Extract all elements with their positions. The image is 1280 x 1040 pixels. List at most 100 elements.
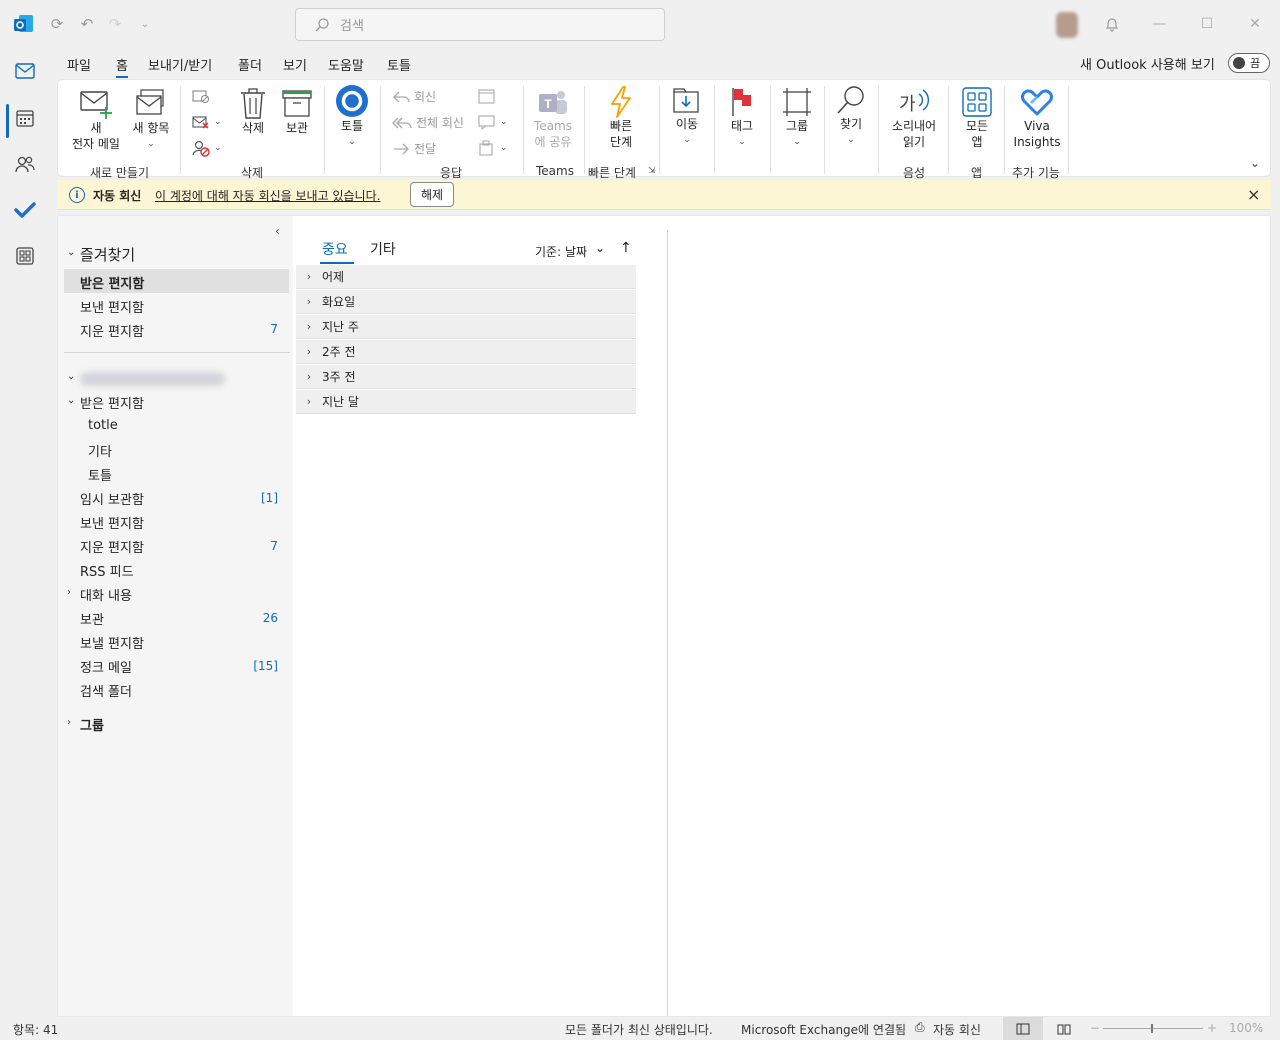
- more-respond-button[interactable]: ⌄: [478, 140, 508, 156]
- folder-deleted[interactable]: 지운 편지함: [80, 537, 144, 556]
- account-inbox[interactable]: 받은 편지함: [80, 393, 144, 412]
- sort-direction-icon[interactable]: ↑: [620, 240, 632, 256]
- ribbon-collapse-icon[interactable]: ⌄: [1250, 156, 1260, 170]
- dialog-launcher-icon[interactable]: ⇲: [648, 166, 656, 176]
- tab-send-receive[interactable]: 보내기/받기: [148, 55, 212, 74]
- avatar[interactable]: [1056, 12, 1078, 38]
- favorite-deleted[interactable]: 지운 편지함: [80, 321, 144, 340]
- turn-off-button[interactable]: 해제: [410, 182, 454, 207]
- ignore-button[interactable]: [192, 88, 214, 104]
- customize-quick-access-icon[interactable]: ⌄: [134, 13, 156, 35]
- chevron-down-icon[interactable]: ⌄: [67, 371, 75, 382]
- junk-button[interactable]: ⌄: [192, 139, 222, 157]
- tab-home[interactable]: 홈: [116, 55, 128, 78]
- share-to-teams-button[interactable]: T Teams 에 공유: [528, 88, 578, 150]
- collapse-pane-icon[interactable]: ‹: [275, 224, 280, 238]
- totle-button[interactable]: 토틀 ⌄: [330, 84, 374, 150]
- read-aloud-button[interactable]: 가 소리내어 읽기: [884, 86, 944, 150]
- tab-folder[interactable]: 폴더: [238, 55, 262, 74]
- try-new-outlook-toggle[interactable]: 끔: [1228, 53, 1270, 73]
- zoom-slider-thumb[interactable]: [1151, 1024, 1153, 1033]
- sort-by-dropdown[interactable]: 기준: 날짜: [535, 243, 587, 260]
- delete-button[interactable]: 삭제: [232, 86, 274, 136]
- folder-outbox[interactable]: 보낼 편지함: [80, 633, 144, 652]
- date-group-header[interactable]: › 화요일: [296, 290, 636, 314]
- date-group-header[interactable]: › 어제: [296, 265, 636, 289]
- move-button[interactable]: 이동 ⌄: [664, 86, 710, 148]
- reading-view-button[interactable]: [1053, 1017, 1075, 1040]
- zoom-out-button[interactable]: −: [1090, 1021, 1100, 1035]
- folder-conversation-history[interactable]: 대화 내용: [80, 585, 132, 604]
- people-icon[interactable]: [11, 150, 39, 178]
- normal-view-button[interactable]: [1003, 1017, 1043, 1040]
- folder-search[interactable]: 검색 폴더: [80, 681, 132, 700]
- todo-icon[interactable]: [11, 196, 39, 224]
- reading-pane-divider[interactable]: [667, 230, 668, 1016]
- zoom-level[interactable]: 100%: [1229, 1021, 1263, 1035]
- inbox-subfolder[interactable]: 토틀: [88, 465, 112, 484]
- calendar-icon[interactable]: [11, 104, 39, 132]
- find-button[interactable]: 찾기 ⌄: [830, 84, 872, 148]
- new-email-button[interactable]: 새 전자 메일: [68, 88, 124, 152]
- redo-icon[interactable]: ↷: [104, 13, 126, 35]
- tab-file[interactable]: 파일: [67, 55, 91, 74]
- folder-sent[interactable]: 보낸 편지함: [80, 513, 144, 532]
- favorite-inbox[interactable]: 받은 편지함: [80, 273, 144, 292]
- folder-junk[interactable]: 정크 메일: [80, 657, 132, 676]
- quick-steps-button[interactable]: 빠른 단계: [592, 86, 650, 150]
- apps-icon[interactable]: [11, 242, 39, 270]
- reply-button[interactable]: 회신: [392, 88, 436, 105]
- chevron-right-icon[interactable]: ›: [67, 717, 71, 728]
- folder-rss[interactable]: RSS 피드: [80, 561, 134, 580]
- date-group-header[interactable]: › 지난 달: [296, 390, 636, 414]
- archive-button[interactable]: 보관: [276, 88, 318, 136]
- sync-icon[interactable]: ⟳: [46, 13, 68, 35]
- date-group-header[interactable]: › 2주 전: [296, 340, 636, 364]
- date-group-header[interactable]: › 지난 주: [296, 315, 636, 339]
- bell-icon[interactable]: [1100, 12, 1124, 36]
- banner-link[interactable]: 이 계정에 대해 자동 회신을 보내고 있습니다.: [155, 187, 380, 204]
- tab-other[interactable]: 기타: [370, 239, 396, 259]
- zoom-in-button[interactable]: +: [1207, 1021, 1217, 1035]
- rail-active-indicator: [6, 104, 9, 138]
- im-reply-button[interactable]: ⌄: [478, 114, 508, 130]
- favorites-header[interactable]: 즐겨찾기: [80, 244, 135, 265]
- undo-icon[interactable]: ↶: [76, 13, 98, 35]
- search-box[interactable]: 검색: [295, 8, 665, 41]
- chevron-down-icon[interactable]: ⌄: [595, 241, 605, 255]
- tab-focused[interactable]: 중요: [322, 239, 348, 259]
- date-group-header[interactable]: › 3주 전: [296, 365, 636, 389]
- new-items-button[interactable]: 새 항목 ⌄: [126, 88, 176, 152]
- all-apps-button[interactable]: 모든 앱: [954, 86, 1000, 150]
- close-icon[interactable]: ×: [1247, 185, 1260, 204]
- folder-archive[interactable]: 보관: [80, 609, 104, 628]
- reply-all-button[interactable]: 전체 회신: [392, 114, 464, 131]
- viva-insights-button[interactable]: Viva Insights: [1010, 86, 1064, 150]
- close-button[interactable]: ✕: [1243, 12, 1267, 36]
- auto-reply-status[interactable]: 자동 회신: [933, 1021, 981, 1038]
- favorite-sent[interactable]: 보낸 편지함: [80, 297, 144, 316]
- connection-status[interactable]: Microsoft Exchange에 연결됨: [741, 1021, 906, 1038]
- inbox-subfolder[interactable]: totle: [88, 418, 118, 433]
- tab-help[interactable]: 도움말: [328, 55, 364, 74]
- forward-button[interactable]: 전달: [392, 140, 436, 157]
- tags-button[interactable]: 태그 ⌄: [720, 86, 764, 150]
- chevron-down-icon[interactable]: ⌄: [67, 395, 75, 406]
- account-name[interactable]: [80, 372, 225, 386]
- meeting-reply-button[interactable]: [478, 88, 500, 104]
- tab-totle[interactable]: 토틀: [387, 55, 411, 74]
- inbox-subfolder[interactable]: 기타: [88, 441, 112, 460]
- tab-view[interactable]: 보기: [283, 55, 307, 74]
- new-items-icon: [136, 89, 164, 115]
- chevron-right-icon[interactable]: ›: [67, 587, 71, 598]
- mail-icon[interactable]: [11, 57, 39, 85]
- minimize-button[interactable]: —: [1147, 12, 1171, 36]
- cleanup-button[interactable]: ⌄: [192, 114, 222, 130]
- folder-status: 모든 폴더가 최신 상태입니다.: [565, 1023, 713, 1037]
- chevron-down-icon[interactable]: ⌄: [67, 247, 75, 258]
- groups-button[interactable]: 그룹 ⌄: [774, 86, 820, 150]
- zoom-slider[interactable]: [1103, 1028, 1203, 1029]
- folder-drafts[interactable]: 임시 보관함: [80, 489, 144, 508]
- maximize-button[interactable]: ☐: [1195, 12, 1219, 36]
- groups-header[interactable]: 그룹: [80, 715, 104, 734]
